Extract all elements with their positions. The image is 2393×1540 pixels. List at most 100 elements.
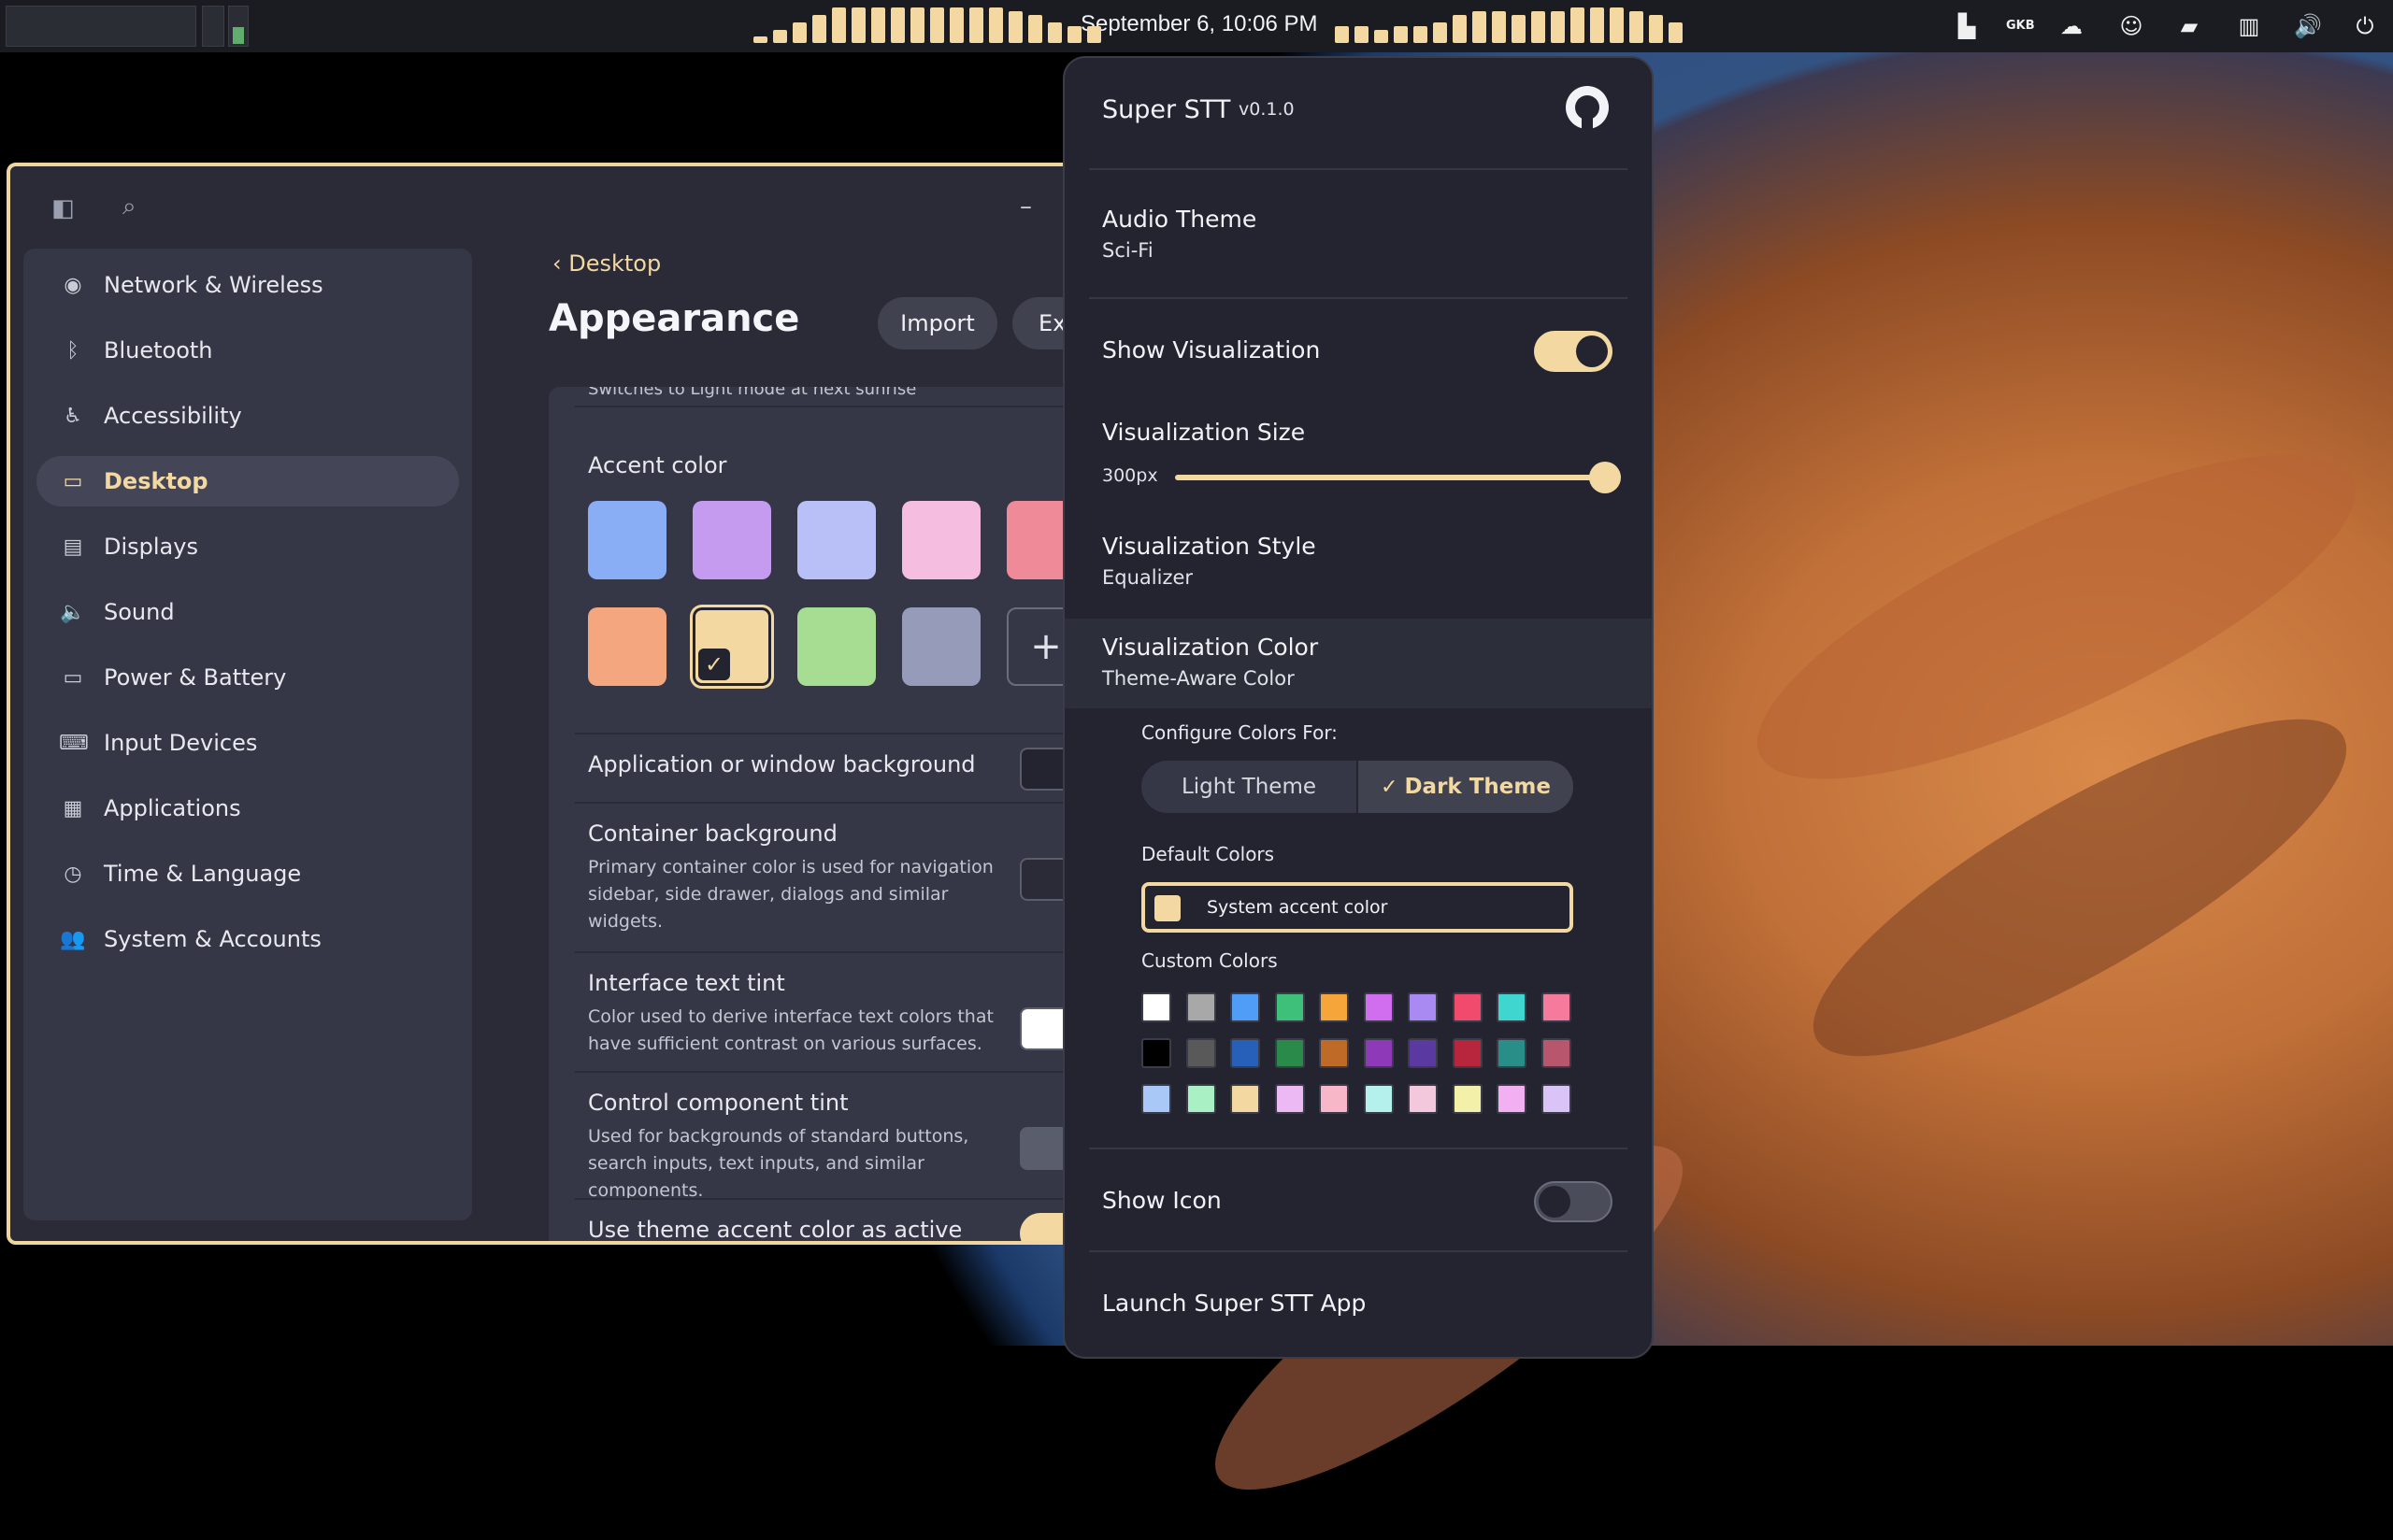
eq-bar [1413,26,1427,43]
custom-color-swatch[interactable] [1230,1038,1260,1068]
sidebar-item-sound[interactable]: 🔈 Sound [36,587,459,637]
custom-color-swatch[interactable] [1319,992,1349,1022]
setting-title: Control component tint [588,1090,849,1116]
github-icon[interactable] [1566,86,1609,129]
viz-color-row[interactable]: Visualization Color Theme-Aware Color [1065,619,1652,708]
custom-color-swatch[interactable] [1363,1084,1394,1114]
setting-description: Color used to derive interface text colo… [588,1006,994,1054]
show-icon-label: Show Icon [1102,1187,1222,1214]
clock[interactable]: September 6, 10:06 PM [1081,11,1317,37]
minimize-icon[interactable]: – [1020,192,1032,221]
accent-swatch[interactable] [902,501,981,579]
emoji-icon[interactable]: ☺ [2118,13,2144,39]
appearance-content: Switches to Light mode at next sunrise A… [549,387,1071,1243]
cpu-monitor-graph[interactable] [6,6,196,47]
custom-color-swatch[interactable] [1497,1038,1526,1068]
custom-color-swatch[interactable] [1274,1038,1305,1068]
sidebar-toggle-icon[interactable]: ◧ [51,194,75,222]
custom-color-swatch[interactable] [1497,1084,1526,1114]
sidebar-item-system-accounts[interactable]: 👥 System & Accounts [36,914,459,964]
version-label: v0.1.0 [1239,99,1295,120]
custom-color-swatch[interactable] [1185,1038,1216,1068]
sidebar-item-label: Input Devices [104,730,258,756]
breadcrumb[interactable]: ‹ Desktop [552,250,661,277]
launch-app-button[interactable]: Launch Super STT App [1102,1290,1366,1317]
show-visualization-toggle[interactable] [1534,331,1612,372]
viz-color-label: Visualization Color [1102,634,1319,661]
eq-bar [773,30,787,43]
custom-color-swatch[interactable] [1497,992,1526,1022]
sidebar-item-label: Desktop [104,468,208,494]
custom-color-swatch[interactable] [1540,1084,1571,1114]
divider [575,802,1071,804]
eq-bar [1551,11,1565,43]
custom-color-swatch[interactable] [1141,1084,1171,1114]
custom-color-swatch[interactable] [1319,1084,1349,1114]
keyboard-layout-icon[interactable]: GKB [2006,13,2035,39]
setting-title: Use theme accent color as active [588,1217,963,1243]
custom-color-swatch[interactable] [1185,992,1216,1022]
sidebar-item-bluetooth[interactable]: ᛒ Bluetooth [36,325,459,376]
custom-color-swatch[interactable] [1363,992,1394,1022]
accent-swatch[interactable] [797,607,876,686]
custom-color-swatch[interactable] [1408,1084,1438,1114]
eq-bar [1354,26,1368,43]
sidebar-item-desktop[interactable]: ▭ Desktop [36,456,459,506]
sidebar-item-network-wireless[interactable]: ◉ Network & Wireless [36,260,459,310]
accent-swatch[interactable] [797,501,876,579]
breadcrumb-label: Desktop [568,250,662,277]
custom-color-swatch[interactable] [1319,1038,1349,1068]
volume-icon[interactable]: 🔊 [2294,13,2322,39]
custom-color-swatch[interactable] [1540,1038,1571,1068]
custom-color-swatch[interactable] [1363,1038,1394,1068]
custom-color-swatch[interactable] [1452,1038,1483,1068]
sidebar-item-label: Power & Battery [104,664,287,691]
network-monitor[interactable] [228,6,249,47]
accent-swatch[interactable] [588,501,666,579]
import-button[interactable]: Import [878,297,997,349]
custom-color-swatch[interactable] [1274,1084,1305,1114]
sidebar-item-label: Sound [104,599,175,625]
eq-bar [812,15,826,43]
sidebar-item-applications[interactable]: ▦ Applications [36,783,459,834]
accent-swatch[interactable] [693,501,771,579]
tiling-icon[interactable]: ▙ [1954,13,1980,39]
sidebar-item-displays[interactable]: ▤ Displays [36,521,459,572]
viz-size-slider[interactable] [1175,462,1621,493]
memory-monitor[interactable] [202,6,224,47]
sidebar-item-accessibility[interactable]: ♿ Accessibility [36,391,459,441]
custom-color-swatch[interactable] [1230,992,1260,1022]
custom-color-swatch[interactable] [1452,1084,1483,1114]
system-accent-option[interactable]: System accent color [1141,882,1573,933]
light-theme-tab[interactable]: Light Theme [1141,761,1356,813]
accent-swatch[interactable] [902,607,981,686]
power-icon[interactable]: ⏻ [2352,13,2378,39]
chat-icon[interactable]: ▰ [2176,13,2202,39]
dark-theme-tab[interactable]: ✓ Dark Theme [1358,761,1573,813]
sidebar-item-power-battery[interactable]: ▭ Power & Battery [36,652,459,703]
eq-bar [1087,26,1101,43]
custom-color-swatch[interactable] [1185,1084,1216,1114]
custom-color-swatch[interactable] [1141,992,1171,1022]
custom-color-swatch[interactable] [1141,1038,1171,1068]
custom-color-swatch[interactable] [1274,992,1305,1022]
custom-color-swatch[interactable] [1408,992,1438,1022]
custom-color-swatch[interactable] [1408,1038,1438,1068]
show-icon-toggle[interactable] [1534,1181,1612,1222]
eq-bar [891,7,905,43]
cloud-icon[interactable]: ☁ [2058,13,2085,39]
sidebar-item-input-devices[interactable]: ⌨ Input Devices [36,718,459,768]
sidebar-item-time-language[interactable]: ◷ Time & Language [36,848,459,899]
custom-color-swatch[interactable] [1452,992,1483,1022]
custom-color-swatch[interactable] [1230,1084,1260,1114]
slider-handle[interactable] [1589,462,1621,493]
window-layout-icon[interactable]: ▥ [2236,13,2262,39]
default-colors-label: Default Colors [1141,843,1275,865]
accent-swatch[interactable]: ✓ [693,607,771,686]
theme-segmented-control: Light Theme ✓ Dark Theme [1141,761,1573,813]
custom-color-swatch[interactable] [1540,992,1571,1022]
setting-description: Primary container color is used for navi… [588,857,994,932]
search-icon[interactable]: ⌕ [122,192,136,221]
accent-swatch[interactable] [588,607,666,686]
eq-bar [1590,7,1604,43]
